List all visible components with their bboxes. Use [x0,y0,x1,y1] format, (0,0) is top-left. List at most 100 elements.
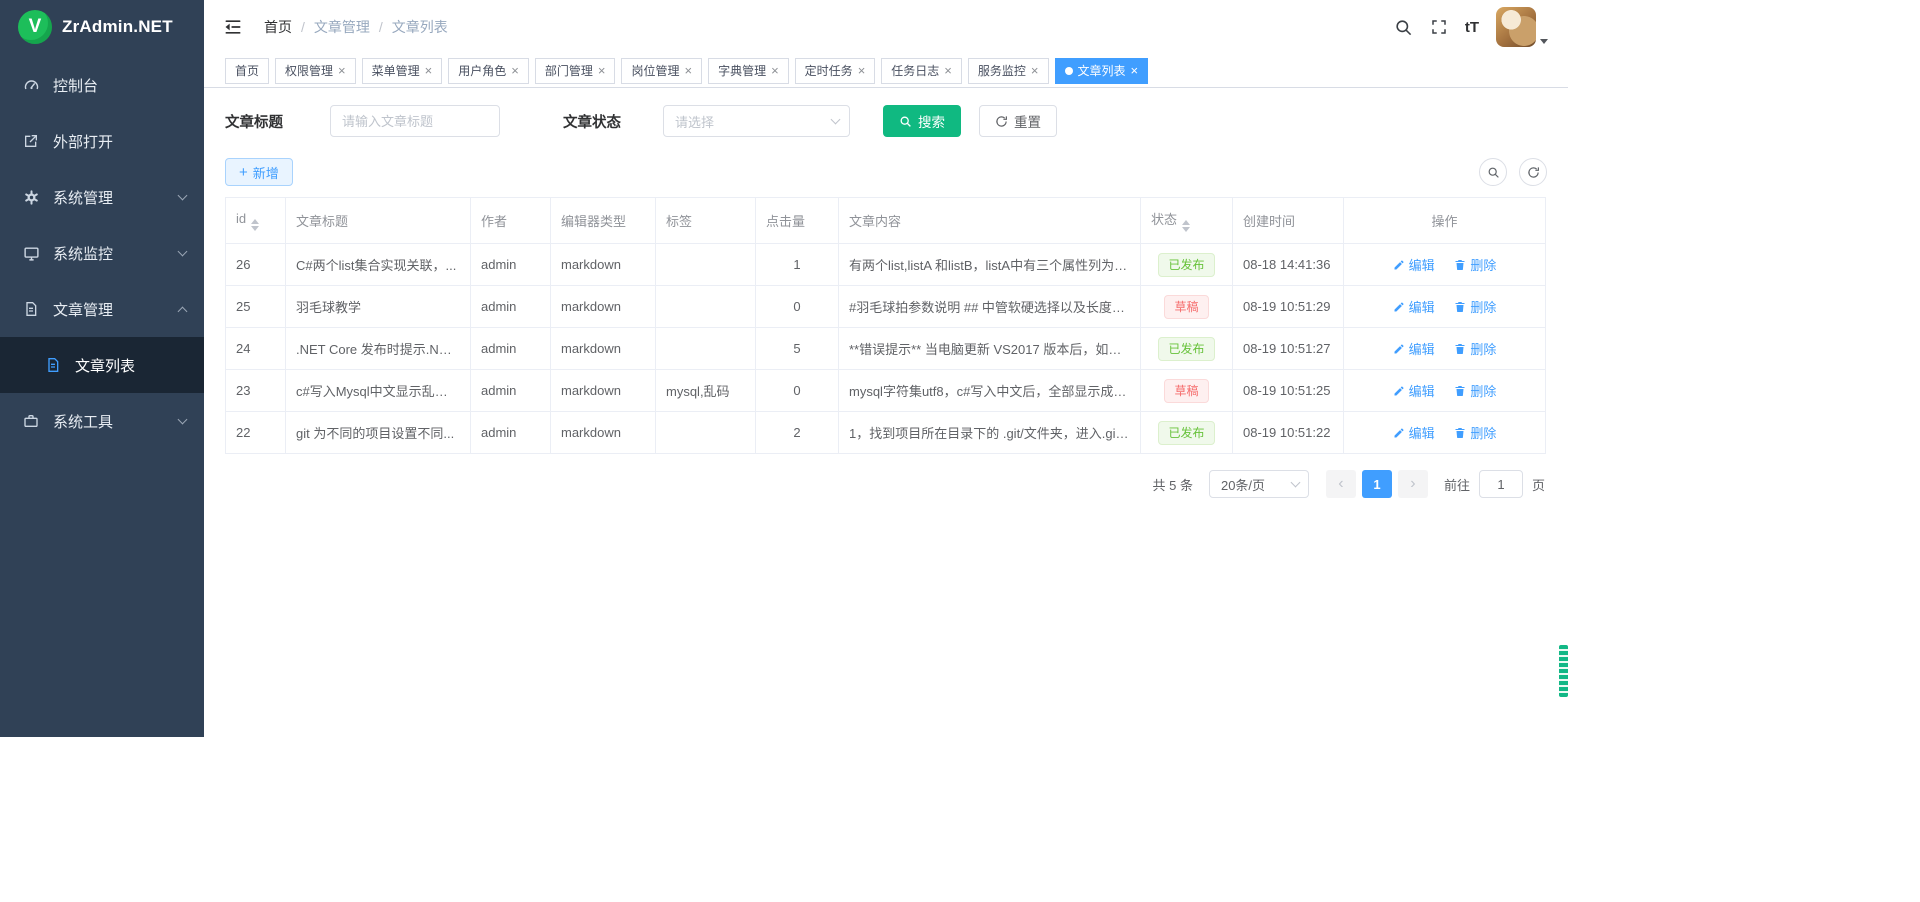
next-page-button[interactable]: › [1398,470,1428,498]
page-number-button[interactable]: 1 [1362,470,1392,498]
tab-user-role[interactable]: 用户角色 × [448,58,529,84]
close-icon[interactable]: × [944,64,952,77]
tab-home[interactable]: 首页 [225,58,269,84]
tab-label: 权限管理 [285,62,333,79]
scrollbar-thumb[interactable] [1559,645,1568,697]
delete-link[interactable]: 删除 [1454,297,1496,316]
user-menu[interactable] [1496,7,1548,47]
page-content: 文章标题 文章状态 请选择 搜索 重置 + [204,88,1568,737]
goto-page-input[interactable] [1479,470,1523,498]
menu-fold-icon[interactable] [222,16,244,38]
sidebar-item-label: 控制台 [53,75,98,96]
cell-title: C#两个list集合实现关联，... [286,244,471,286]
col-tags: 标签 [656,198,756,244]
trash-icon [1454,259,1466,271]
cell-author: admin [471,244,551,286]
tab-task-log[interactable]: 任务日志× [881,58,962,84]
app-window: V ZrAdmin.NET 控制台 外部打开 系统管理 系统监控 [0,0,1568,737]
sidebar-item-system-monitor[interactable]: 系统监控 [0,225,204,281]
top-header: 首页 / 文章管理 / 文章列表 tT [204,0,1568,54]
edit-link[interactable]: 编辑 [1393,381,1435,400]
plus-icon: + [239,165,248,180]
cell-created: 08-19 10:51:25 [1233,370,1344,412]
add-button[interactable]: + 新增 [225,158,293,186]
tab-permission[interactable]: 权限管理 × [275,58,356,84]
main-area: 首页 / 文章管理 / 文章列表 tT 首页 权限管理 × 菜单管理× 用户角色 × [204,0,1568,737]
logo[interactable]: V ZrAdmin.NET [0,0,204,54]
cell-status: 草稿 [1141,370,1233,412]
sidebar-item-system-tools[interactable]: 系统工具 [0,393,204,449]
tab-article-list[interactable]: 文章列表× [1055,58,1149,84]
tab-menu[interactable]: 菜单管理× [362,58,443,84]
cell-actions: 编辑 删除 [1344,412,1546,454]
tab-label: 用户角色 [458,62,506,79]
close-icon[interactable]: × [858,64,866,77]
avatar[interactable] [1496,7,1536,47]
tab-post[interactable]: 岗位管理× [621,58,702,84]
delete-link[interactable]: 删除 [1454,381,1496,400]
edit-icon [1393,343,1405,355]
search-button-label: 搜索 [918,111,945,131]
close-icon[interactable]: × [684,64,692,77]
sort-icon[interactable] [251,219,259,231]
close-icon[interactable]: × [338,64,346,77]
cell-status: 已发布 [1141,328,1233,370]
edit-link[interactable]: 编辑 [1393,255,1435,274]
tab-service-monitor[interactable]: 服务监控× [968,58,1049,84]
breadcrumb-separator: / [379,19,383,35]
search-icon[interactable] [1394,18,1413,37]
sidebar-item-label: 系统工具 [53,411,113,432]
sidebar-item-external-open[interactable]: 外部打开 [0,113,204,169]
col-id[interactable]: id [226,198,286,244]
chevron-down-icon [1291,478,1301,488]
fullscreen-icon[interactable] [1430,18,1448,36]
col-status[interactable]: 状态 [1141,198,1233,244]
sidebar-item-label: 文章列表 [75,355,135,376]
sidebar-item-dashboard[interactable]: 控制台 [0,57,204,113]
edit-icon [1393,259,1405,271]
cell-clicks: 0 [756,370,839,412]
sort-icon[interactable] [1182,220,1190,232]
cell-author: admin [471,370,551,412]
status-badge: 草稿 [1164,295,1208,319]
prev-page-button[interactable]: ‹ [1326,470,1356,498]
refresh-button[interactable] [1519,158,1547,186]
close-icon[interactable]: × [598,64,606,77]
edit-link[interactable]: 编辑 [1393,339,1435,358]
font-size-icon[interactable]: tT [1465,19,1479,36]
col-created: 创建时间 [1233,198,1344,244]
close-icon[interactable]: × [1131,64,1139,77]
cell-id: 23 [226,370,286,412]
tab-scheduled-task[interactable]: 定时任务× [795,58,876,84]
delete-link[interactable]: 删除 [1454,423,1496,442]
article-status-select[interactable]: 请选择 [663,105,850,137]
cell-tags [656,412,756,454]
page-size-select[interactable]: 20条/页 [1209,470,1309,498]
cell-created: 08-19 10:51:29 [1233,286,1344,328]
delete-link[interactable]: 删除 [1454,255,1496,274]
breadcrumb-home[interactable]: 首页 [264,17,292,37]
sidebar-item-article-management[interactable]: 文章管理 [0,281,204,337]
close-icon[interactable]: × [511,64,519,77]
delete-link[interactable]: 删除 [1454,339,1496,358]
refresh-icon [1527,166,1540,179]
sidebar-item-label: 系统管理 [53,187,113,208]
edit-link[interactable]: 编辑 [1393,423,1435,442]
close-icon[interactable]: × [425,64,433,77]
tab-dict[interactable]: 字典管理 × [708,58,789,84]
cell-author: admin [471,412,551,454]
cell-title: 羽毛球教学 [286,286,471,328]
tab-department[interactable]: 部门管理× [535,58,616,84]
sidebar-item-article-list[interactable]: 文章列表 [0,337,204,393]
close-icon[interactable]: × [1031,64,1039,77]
sidebar-item-system-management[interactable]: 系统管理 [0,169,204,225]
close-icon[interactable]: × [771,64,779,77]
tab-label: 字典管理 [718,62,766,79]
edit-link[interactable]: 编辑 [1393,297,1435,316]
table-header-row: id 文章标题 作者 编辑器类型 标签 点击量 文章内容 状态 创建时间 操作 [226,198,1546,244]
article-title-input[interactable] [330,105,500,137]
cell-author: admin [471,286,551,328]
reset-button[interactable]: 重置 [979,105,1057,137]
search-button[interactable]: 搜索 [883,105,961,137]
toggle-search-button[interactable] [1479,158,1507,186]
